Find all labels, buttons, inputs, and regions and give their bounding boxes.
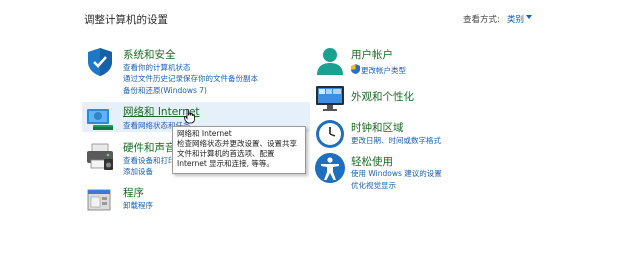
clock-region-link-format[interactable]: 更改日期、时间或数字格式 [351, 135, 441, 146]
system-security-link-status[interactable]: 查看你的计算机状态 [123, 62, 191, 73]
user-accounts-title[interactable]: 用户帐户 [351, 47, 393, 62]
view-by-label: 查看方式: [463, 15, 500, 25]
uac-shield-icon [351, 64, 360, 74]
tooltip-title: 网络和 Internet [177, 129, 232, 138]
accessibility-icon[interactable] [314, 152, 346, 184]
ease-access-title[interactable]: 轻松使用 [351, 154, 393, 169]
hardware-title[interactable]: 硬件和声音 [123, 140, 176, 155]
tooltip-line: Internet 显示和连接, 等等。 [177, 159, 274, 168]
ease-access-link-recommended[interactable]: 使用 Windows 建议的设置 [351, 168, 442, 179]
network-icon[interactable] [84, 104, 116, 136]
programs-title[interactable]: 程序 [123, 185, 144, 200]
user-accounts-link-change[interactable]: 更改帐户类型 [361, 65, 406, 76]
programs-icon[interactable] [84, 184, 116, 216]
printer-icon[interactable] [84, 140, 116, 172]
tooltip-line: 检查网络状态并更改设置、设置共享 [177, 139, 297, 148]
tooltip-line: 文件和计算机的首选项、配置 [177, 149, 275, 158]
hand-cursor-icon [184, 109, 195, 124]
shield-icon[interactable] [84, 46, 116, 78]
ease-access-link-visual[interactable]: 优化视觉显示 [351, 180, 396, 191]
tooltip: 网络和 Internet 检查网络状态并更改设置、设置共享 文件和计算机的首选项… [172, 126, 306, 174]
clock-icon[interactable] [314, 118, 346, 150]
chevron-down-icon[interactable] [526, 15, 532, 19]
hardware-link-add[interactable]: 添加设备 [123, 166, 153, 177]
programs-link-uninstall[interactable]: 卸载程序 [123, 200, 153, 211]
page-title: 调整计算机的设置 [84, 14, 168, 26]
system-security-link-history[interactable]: 通过文件历史记录保存你的文件备份副本 [123, 73, 258, 84]
clock-region-title[interactable]: 时钟和区域 [351, 120, 404, 135]
system-security-title[interactable]: 系统和安全 [123, 47, 176, 62]
user-icon[interactable] [314, 45, 346, 77]
view-by-dropdown[interactable]: 类别 [507, 13, 524, 25]
appearance-title[interactable]: 外观和个性化 [351, 89, 414, 104]
monitor-icon[interactable] [314, 82, 346, 114]
system-security-link-backup[interactable]: 备份和还原(Windows 7) [123, 85, 207, 96]
